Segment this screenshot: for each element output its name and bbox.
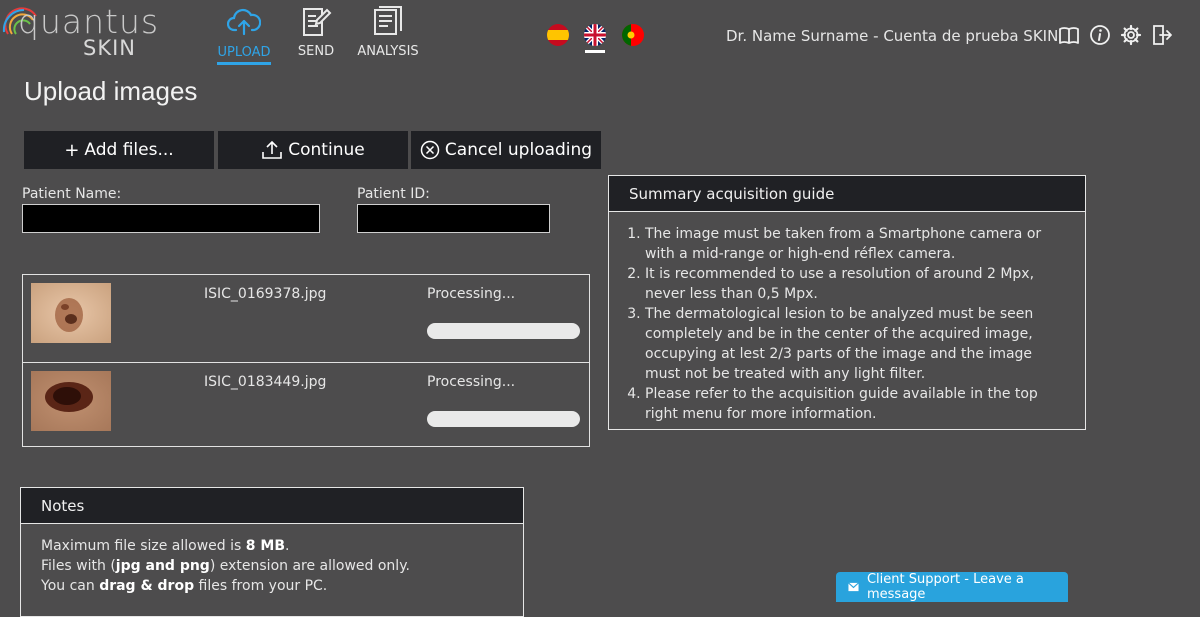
cancel-uploading-label: Cancel uploading [444, 140, 593, 160]
logout-icon [1153, 25, 1172, 45]
spain-flag-icon [547, 24, 569, 46]
notes-line-extensions: Files with (jpg and png) extension are a… [41, 558, 410, 574]
guide-book-button[interactable] [1058, 24, 1080, 46]
plus-icon: + [64, 139, 80, 161]
file-status: Processing... [427, 374, 516, 390]
continue-label: Continue [288, 140, 365, 160]
file-progress-bar [427, 323, 580, 339]
notes-line-dragdrop: You can drag & drop files from your PC. [41, 578, 328, 594]
user-name[interactable]: Dr. Name Surname - Cuenta de prueba SKIN [726, 27, 1058, 45]
gear-icon [1120, 24, 1142, 46]
file-status: Processing... [427, 286, 516, 302]
notes-line-size: Maximum file size allowed is 8 MB. [41, 538, 290, 554]
lesion-thumbnail [31, 371, 111, 431]
portugal-flag-icon [622, 24, 644, 46]
nav-analysis-label: ANALYSIS [357, 44, 419, 59]
document-list-icon [374, 6, 402, 35]
document-edit-icon [303, 8, 332, 36]
nav-send-label: SEND [297, 44, 335, 59]
guide-title: Summary acquisition guide [609, 176, 1085, 212]
nav-upload[interactable]: UPLOAD [204, 6, 284, 65]
nav-analysis[interactable]: ANALYSIS [348, 6, 428, 59]
continue-button[interactable]: Continue [218, 131, 408, 169]
book-icon [1059, 27, 1079, 44]
guide-item: It is recommended to use a resolution of… [645, 264, 1071, 304]
logo-product: SKIN [83, 36, 137, 60]
envelope-icon [848, 582, 859, 592]
settings-button[interactable] [1120, 24, 1142, 46]
guide-item: The image must be taken from a Smartphon… [645, 224, 1071, 264]
patient-name-field[interactable] [22, 204, 320, 233]
cancel-uploading-button[interactable]: Cancel uploading [411, 131, 601, 169]
logout-button[interactable] [1151, 24, 1173, 46]
lang-pt[interactable] [622, 24, 644, 46]
client-support-label: Client Support - Leave a message [866, 572, 1024, 602]
file-progress-bar [427, 411, 580, 427]
lang-es[interactable] [547, 24, 569, 46]
file-row: ISIC_0183449.jpg Processing... [23, 362, 589, 450]
uk-flag-icon [584, 24, 606, 46]
selected-language-indicator [585, 50, 605, 53]
file-name: ISIC_0183449.jpg [204, 374, 327, 390]
add-files-label: Add files... [84, 140, 174, 160]
app-logo[interactable]: quantus SKIN [0, 0, 158, 66]
page-title: Upload images [24, 76, 198, 106]
file-row: ISIC_0169378.jpg Processing... [23, 275, 589, 362]
lesion-thumbnail [31, 283, 111, 343]
patient-id-field[interactable] [357, 204, 550, 233]
upload-arrow-icon [262, 140, 283, 159]
guide-item: The dermatological lesion to be analyzed… [645, 304, 1071, 384]
add-files-button[interactable]: + Add files... [24, 131, 214, 169]
cloud-upload-icon [226, 8, 262, 36]
notes-title: Notes [21, 488, 523, 524]
file-name: ISIC_0169378.jpg [204, 286, 327, 302]
info-icon [1090, 25, 1110, 45]
info-button[interactable] [1089, 24, 1111, 46]
notes-panel: Notes Maximum file size allowed is 8 MB.… [20, 487, 524, 617]
patient-name-label: Patient Name: [22, 186, 122, 202]
notes-body: Maximum file size allowed is 8 MB. Files… [21, 524, 523, 608]
nav-upload-label: UPLOAD [217, 45, 271, 65]
guide-list: The image must be taken from a Smartphon… [645, 224, 1071, 424]
client-support-button[interactable]: Client Support - Leave a message [836, 572, 1068, 602]
acquisition-guide-panel: Summary acquisition guide The image must… [608, 175, 1086, 430]
close-circle-icon [420, 140, 440, 160]
upload-file-list: ISIC_0169378.jpg Processing... ISIC_0183… [22, 274, 590, 447]
lang-en[interactable] [584, 24, 606, 46]
patient-id-label: Patient ID: [357, 186, 430, 202]
nav-send[interactable]: SEND [276, 6, 356, 59]
guide-item: Please refer to the acquisition guide av… [645, 384, 1071, 424]
